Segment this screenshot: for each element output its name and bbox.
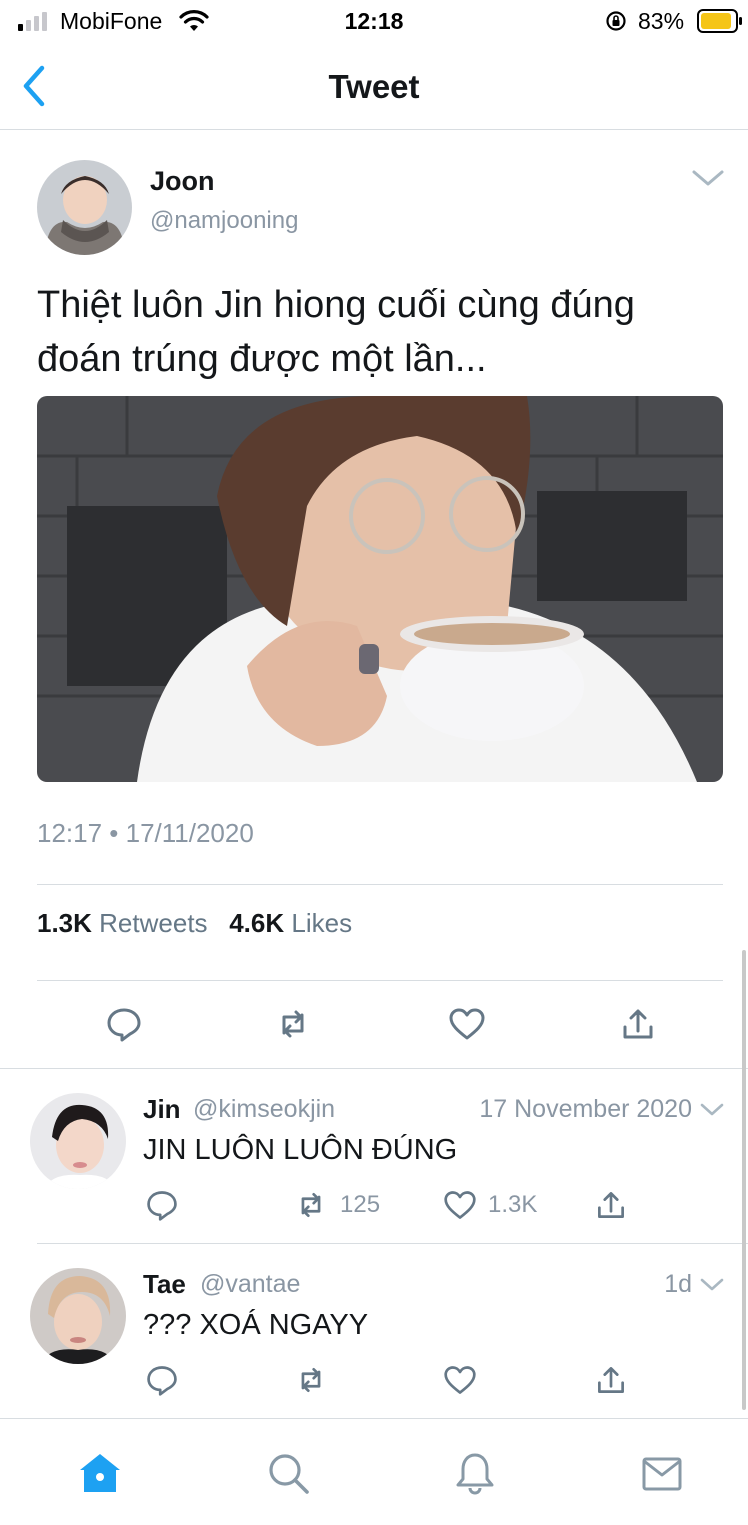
tweet-text: Thiệt luôn Jin hiong cuối cùng đúng đoán… bbox=[37, 284, 635, 380]
tweet-media-image[interactable] bbox=[37, 396, 723, 782]
reply-date: 17 November 2020 bbox=[479, 1095, 692, 1123]
like-icon[interactable] bbox=[443, 1363, 477, 1397]
author-avatar[interactable] bbox=[37, 160, 132, 255]
chevron-down-icon[interactable] bbox=[699, 1101, 725, 1119]
reply-author-handle[interactable]: @kimseokjin bbox=[193, 1095, 335, 1124]
scrollbar[interactable] bbox=[742, 950, 746, 1410]
notifications-icon[interactable] bbox=[453, 1451, 497, 1495]
author-name[interactable]: Joon bbox=[150, 166, 215, 197]
reply-icon[interactable] bbox=[105, 1005, 143, 1043]
tweet-stats: 1.3K Retweets 4.6K Likes bbox=[37, 908, 352, 939]
reply-text: JIN LUÔN LUÔN ĐÚNG bbox=[143, 1134, 458, 1166]
retweets-count[interactable]: 1.3K bbox=[37, 908, 92, 938]
chevron-down-icon[interactable] bbox=[699, 1276, 725, 1294]
reply-date: 1d bbox=[664, 1270, 692, 1298]
reply-avatar[interactable] bbox=[30, 1268, 126, 1364]
retweet-count: 125 bbox=[340, 1191, 381, 1218]
share-icon[interactable] bbox=[594, 1188, 628, 1222]
status-bar: MobiFone 12:18 83% bbox=[0, 0, 748, 44]
retweet-icon[interactable] bbox=[294, 1188, 328, 1222]
author-handle[interactable]: @namjooning bbox=[150, 207, 298, 235]
likes-count[interactable]: 4.6K bbox=[229, 908, 284, 938]
divider bbox=[37, 1243, 748, 1244]
retweet-icon[interactable] bbox=[274, 1005, 312, 1043]
likes-label[interactable]: Likes bbox=[291, 908, 352, 938]
retweets-label[interactable]: Retweets bbox=[99, 908, 207, 938]
reply-icon[interactable] bbox=[145, 1363, 179, 1397]
reply-text: ??? XOÁ NGAYY bbox=[143, 1309, 369, 1341]
share-icon[interactable] bbox=[619, 1005, 657, 1043]
battery-percent: 83% bbox=[638, 8, 685, 34]
like-count: 1.3K bbox=[488, 1191, 538, 1218]
navigation-bar: Tweet bbox=[0, 44, 748, 130]
reply-avatar[interactable] bbox=[30, 1093, 126, 1189]
search-icon[interactable] bbox=[266, 1451, 310, 1495]
messages-icon[interactable] bbox=[640, 1451, 684, 1495]
divider bbox=[0, 1068, 748, 1069]
page-title: Tweet bbox=[328, 68, 420, 105]
like-icon[interactable] bbox=[448, 1005, 486, 1043]
status-time: 12:18 bbox=[344, 8, 404, 34]
reply-author-name[interactable]: Jin bbox=[143, 1094, 181, 1125]
reply-author-name[interactable]: Tae bbox=[143, 1269, 186, 1300]
battery-icon bbox=[697, 9, 742, 33]
divider bbox=[37, 884, 723, 885]
retweet-icon[interactable] bbox=[294, 1363, 328, 1397]
reply-author-handle[interactable]: @vantae bbox=[200, 1270, 300, 1299]
rotation-lock-icon bbox=[606, 11, 626, 31]
divider bbox=[37, 980, 723, 981]
tab-bar bbox=[0, 1418, 748, 1525]
reply-icon[interactable] bbox=[145, 1188, 179, 1222]
share-icon[interactable] bbox=[594, 1363, 628, 1397]
chevron-down-icon[interactable] bbox=[690, 166, 726, 190]
tweet-timestamp: 12:17 • 17/11/2020 bbox=[37, 818, 254, 848]
home-icon[interactable] bbox=[78, 1451, 122, 1495]
like-icon[interactable] bbox=[443, 1188, 477, 1222]
